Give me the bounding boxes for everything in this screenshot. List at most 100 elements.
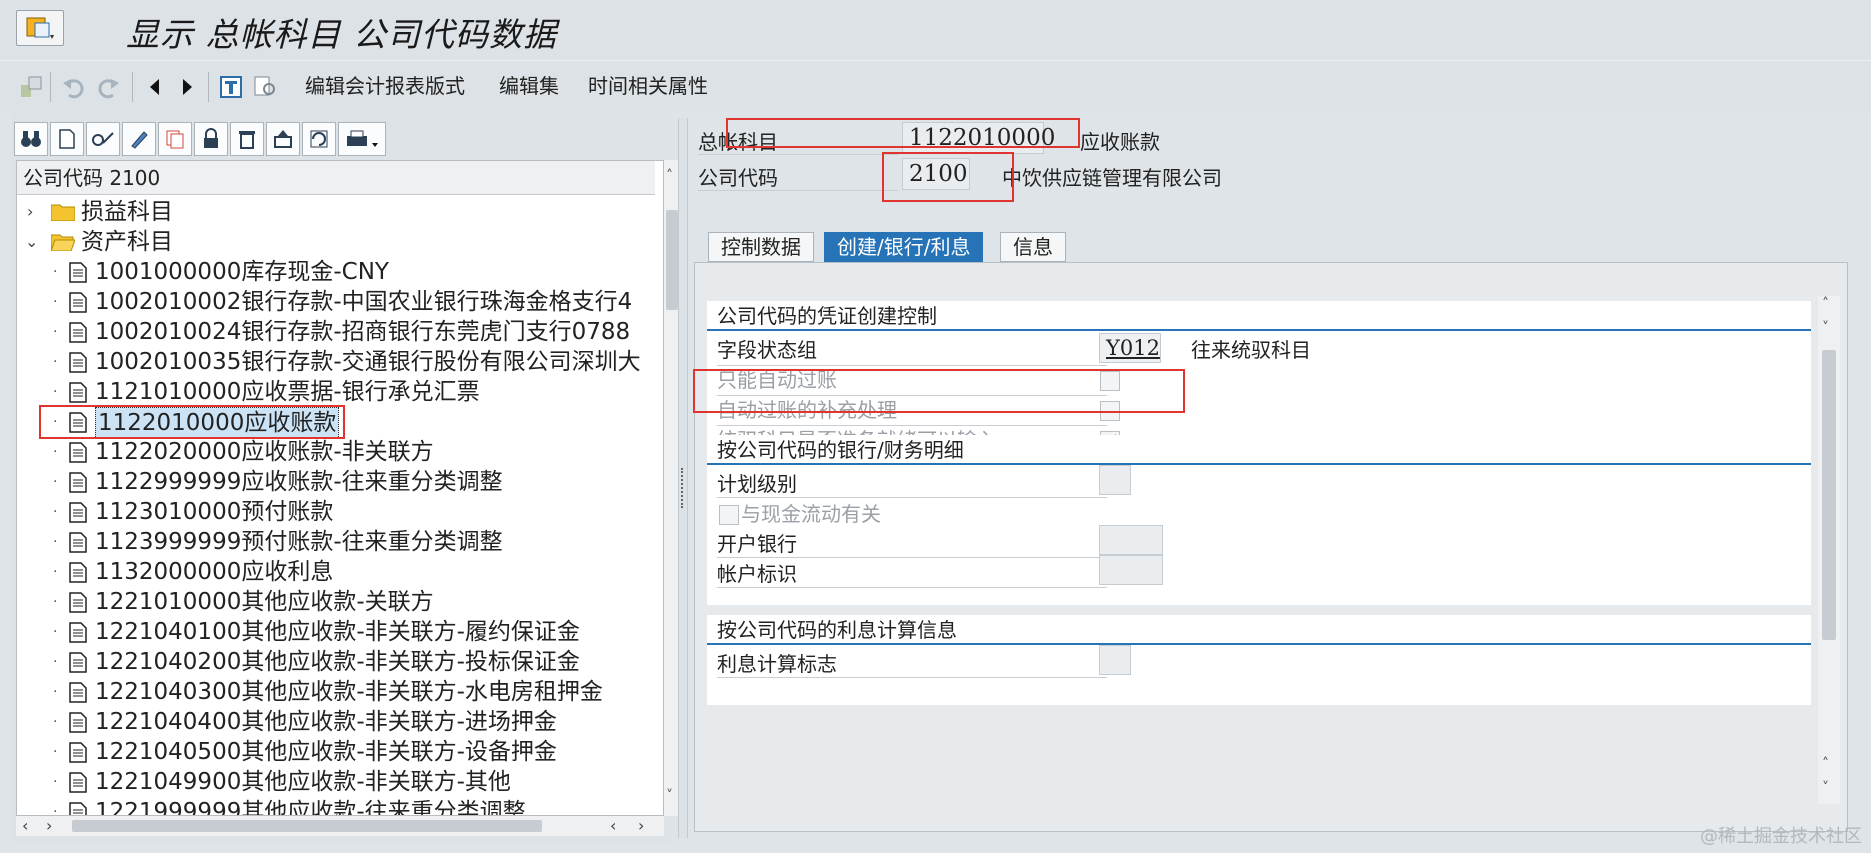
field-status-field[interactable]: Y012 <box>1099 333 1161 363</box>
undo-icon[interactable] <box>58 72 88 102</box>
edit-pencil-icon[interactable] <box>122 122 156 156</box>
copy-icon[interactable] <box>158 122 192 156</box>
tree-item[interactable]: · 1001000000库存现金-CNY <box>17 257 657 287</box>
transport-icon[interactable] <box>266 122 300 156</box>
scroll-down-icon[interactable]: ˅ <box>666 788 673 804</box>
content-vertical-scrollbar[interactable]: ˄ ˅ ˄ ˅ <box>1818 296 1840 804</box>
tree-item[interactable]: · 1221040300其他应收款-非关联方-水电房租押金 <box>17 677 657 707</box>
tree-item[interactable]: · 1221040200其他应收款-非关联方-投标保证金 <box>17 647 657 677</box>
collapse-arrow-icon[interactable]: ⌄ <box>25 227 38 257</box>
tree-bullet: · <box>53 564 58 580</box>
tree-item[interactable]: · 1002010024银行存款-招商银行东莞虎门支行0788 <box>17 317 657 347</box>
menu-time-dependent[interactable]: 时间相关属性 <box>588 71 708 101</box>
new-document-icon[interactable] <box>50 122 84 156</box>
tree-item-label: 1221040300其他应收款-非关联方-水电房租押金 <box>95 679 603 705</box>
redo-icon[interactable] <box>94 72 124 102</box>
scroll-left-icon[interactable]: ‹ <box>610 816 616 835</box>
scroll-down-icon[interactable]: ˅ <box>1822 780 1829 796</box>
tree-item[interactable]: · 1002010035银行存款-交通银行股份有限公司深圳大 <box>17 347 657 377</box>
planning-level-field[interactable] <box>1099 465 1131 495</box>
tree-item[interactable]: · 1221040100其他应收款-非关联方-履约保证金 <box>17 617 657 647</box>
menu-edit-fs-version[interactable]: 编辑会计报表版式 <box>305 71 465 101</box>
tree-folder-pl[interactable]: › 损益科目 <box>17 197 657 227</box>
tree-bullet: · <box>53 474 58 490</box>
tree-item-label: 1123010000预付账款 <box>95 499 334 525</box>
hierarchy-icon[interactable] <box>216 72 246 102</box>
group-interest: 按公司代码的利息计算信息 利息计算标志 <box>707 615 1811 705</box>
tree-item[interactable]: · 1122020000应收账款-非关联方 <box>17 437 657 467</box>
tab-info[interactable]: 信息 <box>1000 232 1066 262</box>
previous-icon[interactable] <box>140 72 170 102</box>
delete-icon[interactable] <box>230 122 264 156</box>
tree-item-label: 1132000000应收利息 <box>95 559 334 585</box>
tree-item-label: 1221040400其他应收款-非关联方-进场押金 <box>95 709 557 735</box>
tree-item[interactable]: · 1132000000应收利息 <box>17 557 657 587</box>
tab-create-bank-interest[interactable]: 创建/银行/利息 <box>824 232 984 262</box>
house-bank-field[interactable] <box>1099 525 1163 555</box>
print-menu-icon[interactable] <box>338 122 386 156</box>
tree-item-label: 1221040200其他应收款-非关联方-投标保证金 <box>95 649 580 675</box>
tree-folder-assets[interactable]: ⌄ 资产科目 <box>17 227 657 257</box>
panel-splitter[interactable] <box>678 118 688 838</box>
document-icon <box>69 442 87 463</box>
company-code-desc: 中饮供应链管理有限公司 <box>1002 166 1222 190</box>
scroll-thumb[interactable] <box>1822 350 1836 640</box>
tree-item[interactable]: · 1221049900其他应收款-非关联方-其他 <box>17 767 657 797</box>
refresh-icon[interactable] <box>302 122 336 156</box>
find-document-icon[interactable] <box>250 72 280 102</box>
tree-bullet: · <box>53 354 58 370</box>
cash-flow-checkbox[interactable] <box>719 505 739 525</box>
tree-item-label: 1121010000应收票据-银行承兑汇票 <box>95 379 480 405</box>
group-bank-details: 按公司代码的银行/财务明细 计划级别 与现金流动有关 开户银行 帐户标识 <box>707 435 1811 605</box>
scroll-up-icon[interactable]: ˄ <box>1822 296 1829 312</box>
folder-open-icon <box>51 234 75 251</box>
tree-item[interactable]: · 1002010002银行存款-中国农业银行珠海金格支行4 <box>17 287 657 317</box>
scroll-right-icon[interactable]: › <box>46 816 52 835</box>
scroll-up-icon[interactable]: ˄ <box>1822 756 1829 772</box>
document-icon <box>69 352 87 373</box>
tree-item[interactable]: · 1221999999其他应收款-往来重分类调整 <box>17 797 657 815</box>
menu-edit-set[interactable]: 编辑集 <box>499 71 559 101</box>
scroll-right-icon[interactable]: › <box>638 816 644 835</box>
document-icon <box>69 712 87 733</box>
tree-item[interactable]: · 1122999999应收账款-往来重分类调整 <box>17 467 657 497</box>
interest-indicator-field[interactable] <box>1099 645 1131 675</box>
tree-item[interactable]: · 1221010000其他应收款-关联方 <box>17 587 657 617</box>
scroll-left-icon[interactable]: ‹ <box>22 816 28 835</box>
tree-bullet: · <box>53 264 58 280</box>
tree-bullet: · <box>53 714 58 730</box>
display-change-icon[interactable] <box>86 122 120 156</box>
tree-item[interactable]: · 1121010000应收票据-银行承兑汇票 <box>17 377 657 407</box>
scroll-down-icon[interactable]: ˅ <box>1822 320 1829 336</box>
title-bar: 显示 总帐科目 公司代码数据 <box>0 0 1871 60</box>
tree-item-label: 1001000000库存现金-CNY <box>95 259 389 285</box>
scroll-up-icon[interactable]: ˄ <box>666 168 673 184</box>
binoculars-icon[interactable] <box>14 122 48 156</box>
tree-item[interactable]: · 1221040500其他应收款-非关联方-设备押金 <box>17 737 657 767</box>
tree-horizontal-scrollbar[interactable]: ‹ › ‹ › <box>16 816 664 836</box>
tree-item-label: 1122999999应收账款-往来重分类调整 <box>95 469 503 495</box>
tree-bullet: · <box>53 294 58 310</box>
switch-icon[interactable] <box>16 72 46 102</box>
account-id-field[interactable] <box>1099 555 1163 585</box>
planning-level-label: 计划级别 <box>717 472 797 496</box>
group-title: 按公司代码的银行/财务明细 <box>707 435 1811 465</box>
field-status-desc: 往来统驭科目 <box>1191 338 1311 362</box>
scroll-thumb[interactable] <box>666 210 678 310</box>
document-icon <box>69 772 87 793</box>
lock-icon[interactable] <box>194 122 228 156</box>
next-icon[interactable] <box>172 72 202 102</box>
tree-item[interactable]: · 1221040400其他应收款-非关联方-进场押金 <box>17 707 657 737</box>
tree-item[interactable]: · 1123010000预付账款 <box>17 497 657 527</box>
tree-bullet: · <box>53 774 58 790</box>
left-panel: 公司代码 2100 › 损益科目 ⌄ 资产科目 · 1001000000库存现金-… <box>12 112 680 842</box>
tab-control-data[interactable]: 控制数据 <box>708 232 814 262</box>
tree-item[interactable]: · 1123999999预付账款-往来重分类调整 <box>17 527 657 557</box>
expand-arrow-icon[interactable]: › <box>27 197 33 227</box>
document-icon <box>69 562 87 583</box>
scroll-thumb[interactable] <box>72 820 542 832</box>
tree-bullet: · <box>53 744 58 760</box>
house-bank-label: 开户银行 <box>717 532 797 556</box>
highlight-box <box>882 152 1014 202</box>
system-menu-button[interactable] <box>16 10 64 46</box>
